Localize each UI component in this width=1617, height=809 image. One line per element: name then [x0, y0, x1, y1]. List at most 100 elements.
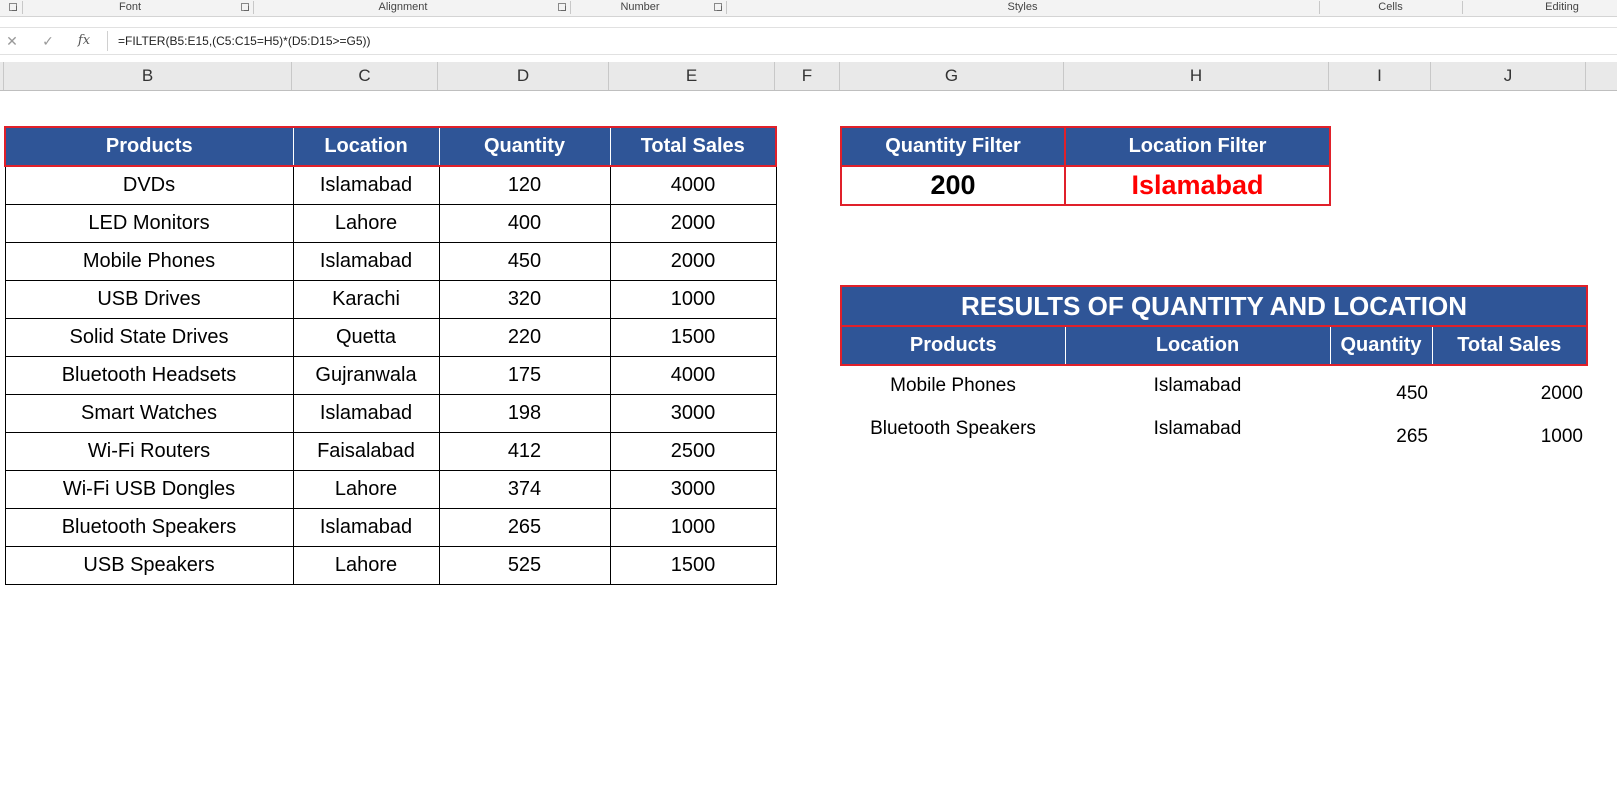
- cell-quantity[interactable]: 120: [438, 165, 611, 205]
- results-header-location[interactable]: Location: [1064, 325, 1331, 366]
- cell-product[interactable]: Mobile Phones: [4, 242, 294, 281]
- location-filter-cell[interactable]: Islamabad: [1064, 165, 1331, 206]
- table-row: Wi-Fi USB Dongles Lahore 374 3000: [4, 470, 777, 509]
- results-cell-location[interactable]: Islamabad: [1065, 365, 1330, 409]
- cell-product[interactable]: Bluetooth Headsets: [4, 356, 294, 395]
- cell-quantity[interactable]: 220: [438, 318, 611, 357]
- results-cell-product[interactable]: Mobile Phones: [841, 365, 1065, 409]
- cell-quantity[interactable]: 412: [438, 432, 611, 471]
- column-header-c[interactable]: C: [292, 62, 438, 90]
- header-total-sales[interactable]: Total Sales: [609, 126, 777, 167]
- column-header-f[interactable]: F: [775, 62, 840, 90]
- results-header-quantity[interactable]: Quantity: [1329, 325, 1433, 366]
- cell-quantity[interactable]: 374: [438, 470, 611, 509]
- cell-location[interactable]: Lahore: [292, 204, 440, 243]
- cell-total-sales[interactable]: 1000: [609, 280, 777, 319]
- table-header-row: Products Location Quantity Total Sales: [4, 126, 777, 167]
- cell-product[interactable]: DVDs: [4, 165, 294, 205]
- results-cell-total-sales[interactable]: 2000: [1432, 365, 1587, 409]
- clipboard-dialog-launcher-icon[interactable]: [9, 3, 17, 11]
- quantity-filter-cell[interactable]: 200: [840, 165, 1066, 206]
- cell-quantity[interactable]: 265: [438, 508, 611, 547]
- results-cell-location[interactable]: Islamabad: [1065, 409, 1330, 452]
- header-products[interactable]: Products: [4, 126, 294, 167]
- cell-location[interactable]: Islamabad: [292, 394, 440, 433]
- cell-quantity[interactable]: 198: [438, 394, 611, 433]
- table-row: Wi-Fi Routers Faisalabad 412 2500: [4, 432, 777, 471]
- results-header-total-sales[interactable]: Total Sales: [1431, 325, 1588, 366]
- table-row: LED Monitors Lahore 400 2000: [4, 204, 777, 243]
- insert-function-icon[interactable]: fx: [74, 31, 94, 51]
- column-header-h[interactable]: H: [1064, 62, 1329, 90]
- cell-product[interactable]: Wi-Fi Routers: [4, 432, 294, 471]
- close-icon[interactable]: ✕: [2, 31, 22, 51]
- cell-product[interactable]: Bluetooth Speakers: [4, 508, 294, 547]
- cell-total-sales[interactable]: 2000: [609, 204, 777, 243]
- column-headers: B C D E F G H I J: [0, 62, 1617, 91]
- table-row: DVDs Islamabad 120 4000: [4, 165, 777, 205]
- results-header-products[interactable]: Products: [840, 325, 1066, 366]
- results-cell-quantity[interactable]: 265: [1330, 409, 1432, 452]
- cell-location[interactable]: Lahore: [292, 470, 440, 509]
- column-header-k[interactable]: [1586, 62, 1617, 90]
- cell-quantity[interactable]: 400: [438, 204, 611, 243]
- cell-total-sales[interactable]: 1500: [609, 546, 777, 585]
- column-header-j[interactable]: J: [1431, 62, 1586, 90]
- results-title[interactable]: RESULTS OF QUANTITY AND LOCATION: [840, 285, 1588, 327]
- cell-location[interactable]: Islamabad: [292, 165, 440, 205]
- results-table: RESULTS OF QUANTITY AND LOCATION Product…: [840, 285, 1588, 452]
- cell-quantity[interactable]: 525: [438, 546, 611, 585]
- cell-product[interactable]: USB Speakers: [4, 546, 294, 585]
- table-row: USB Drives Karachi 320 1000: [4, 280, 777, 319]
- cell-product[interactable]: Wi-Fi USB Dongles: [4, 470, 294, 509]
- cell-location[interactable]: Quetta: [292, 318, 440, 357]
- cell-total-sales[interactable]: 2500: [609, 432, 777, 471]
- number-dialog-launcher-icon[interactable]: [714, 3, 722, 11]
- results-cell-quantity[interactable]: 450: [1330, 365, 1432, 409]
- cell-total-sales[interactable]: 4000: [609, 165, 777, 205]
- header-location[interactable]: Location: [292, 126, 440, 167]
- filter-header-row: Quantity Filter Location Filter: [840, 126, 1331, 167]
- cell-location[interactable]: Lahore: [292, 546, 440, 585]
- formula-input[interactable]: [112, 30, 1617, 52]
- results-cell-product[interactable]: Bluetooth Speakers: [841, 409, 1065, 452]
- cell-product[interactable]: Solid State Drives: [4, 318, 294, 357]
- cell-location[interactable]: Gujranwala: [292, 356, 440, 395]
- cell-total-sales[interactable]: 4000: [609, 356, 777, 395]
- column-header-b[interactable]: B: [4, 62, 292, 90]
- ribbon-group-alignment: Alignment: [378, 1, 428, 13]
- cell-location[interactable]: Islamabad: [292, 242, 440, 281]
- column-header-e[interactable]: E: [609, 62, 775, 90]
- cell-product[interactable]: LED Monitors: [4, 204, 294, 243]
- cell-total-sales[interactable]: 1000: [609, 508, 777, 547]
- cell-quantity[interactable]: 320: [438, 280, 611, 319]
- cell-total-sales[interactable]: 3000: [609, 470, 777, 509]
- ribbon-group-font: Font: [118, 1, 141, 13]
- ribbon-group-number: Number: [620, 1, 660, 13]
- cell-product[interactable]: USB Drives: [4, 280, 294, 319]
- cell-location[interactable]: Faisalabad: [292, 432, 440, 471]
- column-header-d[interactable]: D: [438, 62, 609, 90]
- cell-total-sales[interactable]: 3000: [609, 394, 777, 433]
- font-dialog-launcher-icon[interactable]: [241, 3, 249, 11]
- cell-total-sales[interactable]: 2000: [609, 242, 777, 281]
- results-cell-total-sales[interactable]: 1000: [1432, 409, 1587, 452]
- column-header-i[interactable]: I: [1329, 62, 1431, 90]
- cell-location[interactable]: Karachi: [292, 280, 440, 319]
- results-row: Bluetooth Speakers Islamabad 265 1000: [841, 409, 1587, 452]
- cell-product[interactable]: Smart Watches: [4, 394, 294, 433]
- check-icon[interactable]: ✓: [38, 31, 58, 51]
- table-row: Bluetooth Speakers Islamabad 265 1000: [4, 508, 777, 547]
- ribbon-group-cells: Cells: [1378, 1, 1403, 13]
- table-row: Mobile Phones Islamabad 450 2000: [4, 242, 777, 281]
- cell-location[interactable]: Islamabad: [292, 508, 440, 547]
- column-header-g[interactable]: G: [840, 62, 1064, 90]
- cell-quantity[interactable]: 175: [438, 356, 611, 395]
- ribbon-group-styles: Styles: [1007, 1, 1038, 13]
- cell-quantity[interactable]: 450: [438, 242, 611, 281]
- quantity-filter-label[interactable]: Quantity Filter: [840, 126, 1066, 167]
- header-quantity[interactable]: Quantity: [438, 126, 611, 167]
- cell-total-sales[interactable]: 1500: [609, 318, 777, 357]
- location-filter-label[interactable]: Location Filter: [1064, 126, 1331, 167]
- alignment-dialog-launcher-icon[interactable]: [558, 3, 566, 11]
